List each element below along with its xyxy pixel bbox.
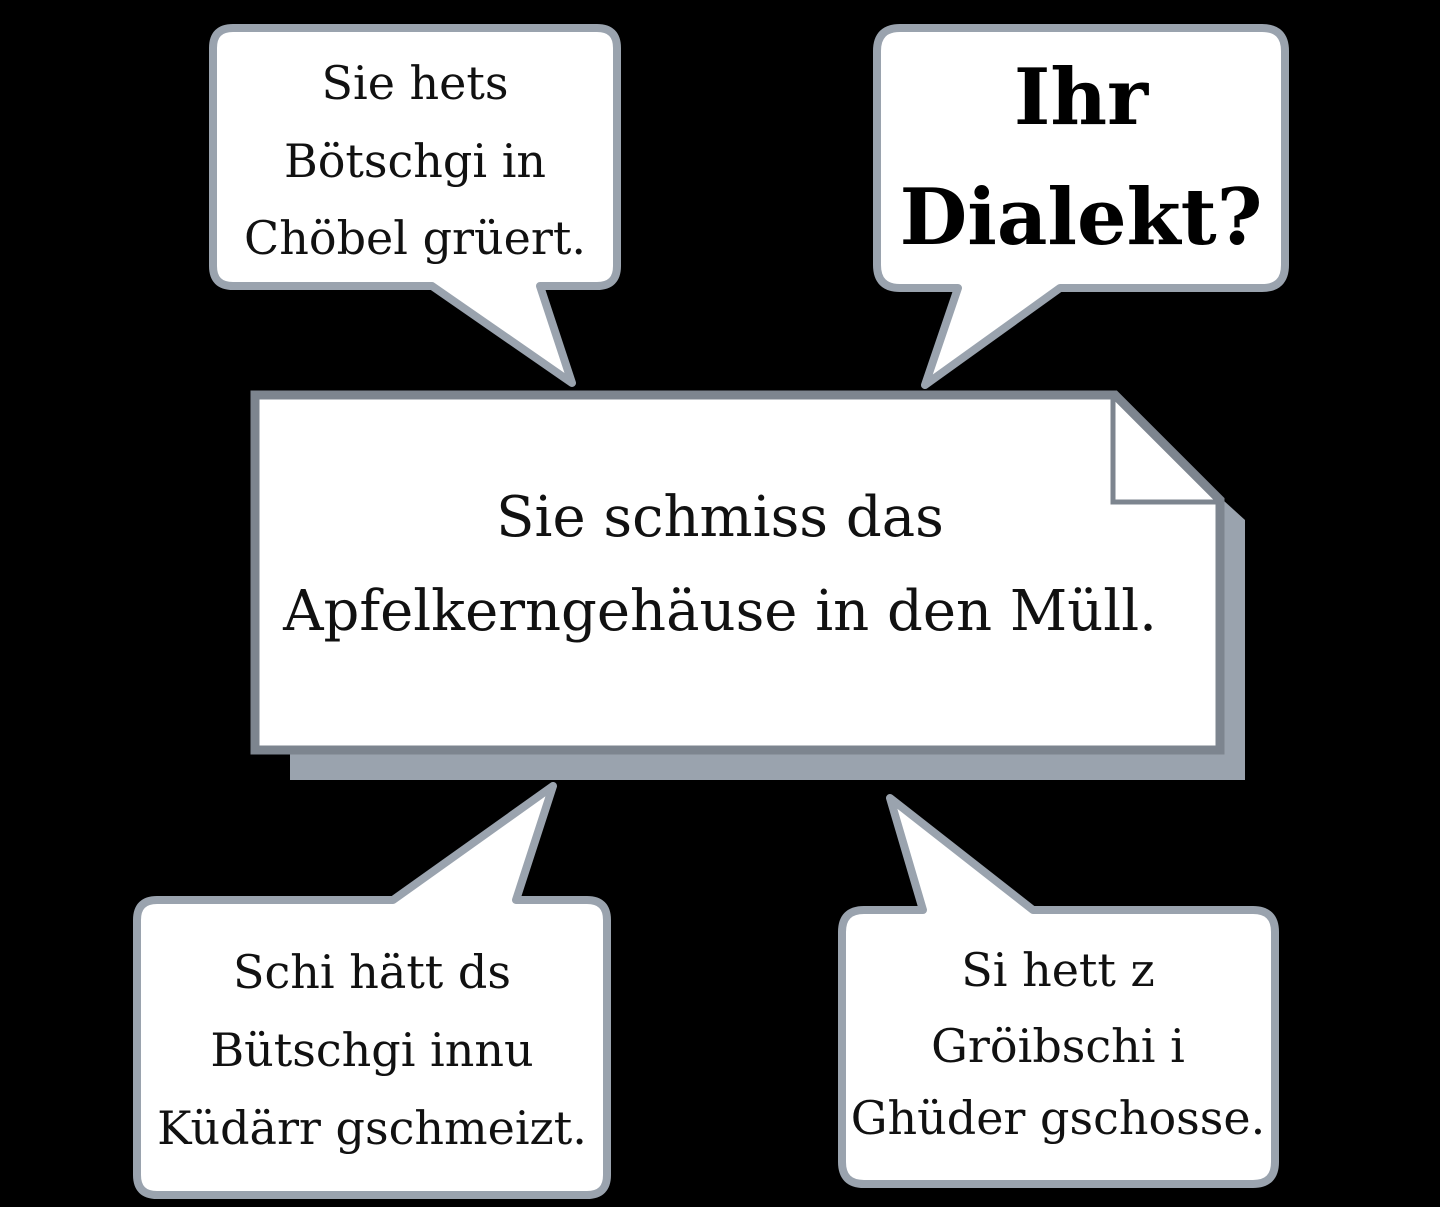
dialect-diagram: Sie schmiss das Apfelkerngehäuse in den … [133, 24, 1289, 1199]
speech-bubble-top-left-line-3: Chöbel grüert. [244, 211, 586, 265]
center-note-paper [250, 390, 1225, 755]
speech-bubble-top-left-line-2: Bötschgi in [284, 134, 546, 188]
speech-bubble-top-left: Sie hets Bötschgi in Chöbel grüert. [209, 24, 621, 387]
headline-line-2: Dialekt? [900, 172, 1263, 263]
speech-bubble-top-right: Ihr Dialekt? [873, 24, 1289, 389]
speech-bubble-bottom-right-line-2: Gröibschi i [931, 1019, 1185, 1073]
speech-bubble-bottom-left-line-2: Bütschgi innu [210, 1023, 533, 1077]
headline-line-1: Ihr [1014, 52, 1149, 143]
speech-bubble-top-left-line-1: Sie hets [321, 56, 508, 110]
speech-bubble-bottom-left-line-1: Schi hätt ds [233, 945, 511, 999]
center-note-line-1: Sie schmiss das [496, 485, 944, 550]
speech-bubble-bottom-right: Si hett z Gröibschi i Ghüder gschosse. [838, 794, 1279, 1188]
center-note-line-2: Apfelkerngehäuse in den Müll. [282, 579, 1157, 644]
speech-bubble-bottom-right-line-1: Si hett z [961, 943, 1155, 997]
center-note: Sie schmiss das Apfelkerngehäuse in den … [250, 390, 1245, 780]
speech-bubble-bottom-left: Schi hätt ds Bütschgi innu Küdärr gschme… [133, 782, 611, 1199]
speech-bubble-bottom-right-line-3: Ghüder gschosse. [851, 1091, 1265, 1145]
speech-bubble-bottom-left-line-3: Küdärr gschmeizt. [157, 1101, 587, 1155]
